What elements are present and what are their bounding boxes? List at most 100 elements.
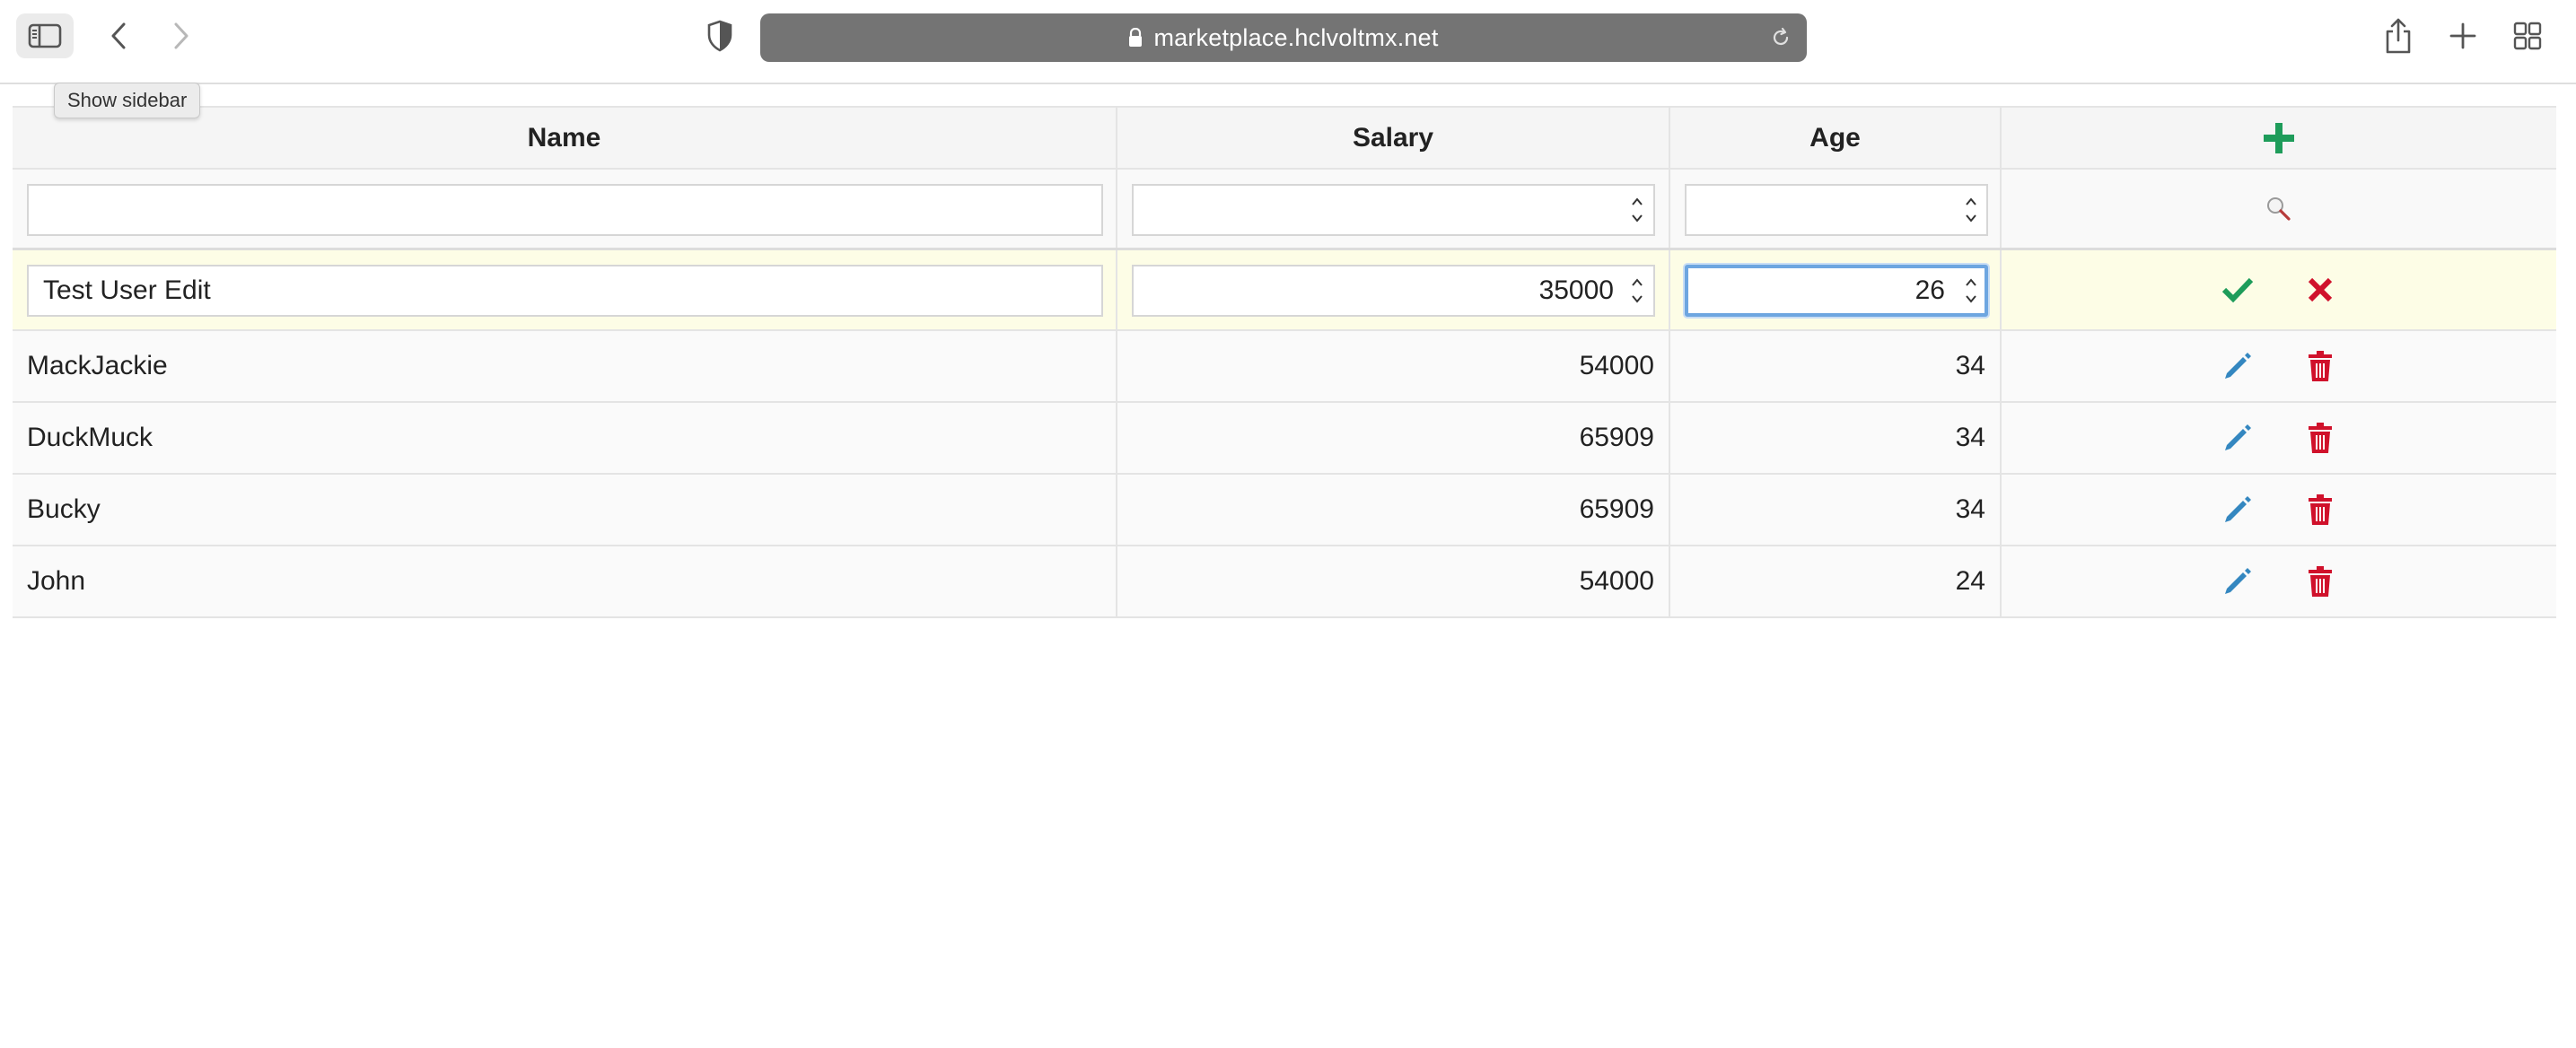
cell-salary: 65909 (1117, 475, 1670, 545)
name-filter-input[interactable] (27, 184, 1103, 236)
forward-button[interactable] (162, 16, 201, 56)
pencil-icon (2225, 353, 2251, 379)
chevron-left-icon (111, 22, 126, 49)
edit-row-button[interactable] (2214, 343, 2261, 389)
pencil-icon (2225, 568, 2251, 594)
edit-cell-controls (2002, 250, 2556, 329)
edit-cell-salary (1117, 250, 1670, 329)
salary-filter-stepper[interactable] (1627, 197, 1647, 223)
trash-icon (2309, 351, 2332, 381)
delete-row-button[interactable] (2297, 343, 2344, 389)
cell-name: MackJackie (13, 331, 1117, 401)
edit-row-button[interactable] (2214, 558, 2261, 605)
trash-icon (2309, 494, 2332, 525)
share-button[interactable] (2379, 13, 2418, 59)
cell-name: Bucky (13, 475, 1117, 545)
save-edit-button[interactable] (2214, 266, 2261, 313)
grid-icon (2513, 22, 2542, 50)
cancel-edit-button[interactable] (2297, 266, 2344, 313)
chevron-up-icon (1632, 278, 1643, 286)
url-text: marketplace.hclvoltmx.net (1153, 23, 1439, 51)
checkmark-icon (2221, 277, 2254, 303)
edit-row-button[interactable] (2214, 415, 2261, 461)
column-header-label: Age (1809, 122, 1861, 153)
cell-age: 24 (1670, 546, 2002, 616)
grid-header-row: Name Salary Age (13, 106, 2556, 170)
tooltip-text: Show sidebar (67, 89, 188, 111)
chevron-right-icon (174, 22, 188, 49)
name-edit-input[interactable] (27, 265, 1103, 317)
cell-name: DuckMuck (13, 403, 1117, 473)
column-header-label: Name (527, 122, 601, 153)
delete-row-button[interactable] (2297, 486, 2344, 533)
cell-controls (2002, 546, 2556, 616)
browser-toolbar: marketplace.hclvoltmx.net (0, 0, 2576, 84)
sidebar-toggle-button[interactable] (16, 13, 74, 58)
data-grid: Name Salary Age Test User Edit 35000 26 … (13, 106, 2556, 618)
table-row: Bucky 65909 34 (13, 475, 2556, 546)
chevron-down-icon (1632, 214, 1643, 223)
cell-controls (2002, 331, 2556, 401)
age-filter-input[interactable] (1685, 184, 1988, 236)
chevron-up-icon (1966, 278, 1976, 286)
reload-button[interactable] (1767, 24, 1794, 51)
cell-name: John (13, 546, 1117, 616)
search-button[interactable] (2256, 186, 2302, 232)
delete-row-button[interactable] (2297, 415, 2344, 461)
plus-icon (2449, 22, 2476, 49)
shield-icon (707, 20, 732, 52)
filter-cell-salary (1117, 170, 1670, 248)
chevron-up-icon (1966, 197, 1976, 205)
filter-cell-controls (2002, 170, 2556, 248)
privacy-report-button[interactable] (700, 16, 740, 56)
salary-edit-stepper[interactable] (1627, 278, 1647, 303)
trash-icon (2309, 566, 2332, 597)
lock-icon (1128, 28, 1143, 48)
sidebar-tooltip: Show sidebar (54, 83, 201, 118)
salary-edit-input[interactable] (1132, 265, 1655, 317)
pencil-icon (2225, 496, 2251, 522)
table-row: DuckMuck 65909 34 (13, 403, 2556, 475)
x-icon (2308, 277, 2333, 302)
cell-age: 34 (1670, 331, 2002, 401)
column-header-age[interactable]: Age (1670, 108, 2002, 168)
table-row: MackJackie 54000 34 (13, 331, 2556, 403)
edit-cell-name (13, 250, 1117, 329)
address-bar[interactable]: marketplace.hclvoltmx.net (760, 13, 1807, 62)
cell-age: 34 (1670, 475, 2002, 545)
tab-overview-button[interactable] (2508, 16, 2547, 56)
pencil-icon (2225, 424, 2251, 450)
cell-age: 34 (1670, 403, 2002, 473)
table-row: John 54000 24 (13, 546, 2556, 618)
edit-cell-age (1670, 250, 2002, 329)
trash-icon (2309, 423, 2332, 453)
cell-salary: 65909 (1117, 403, 1670, 473)
cell-salary: 54000 (1117, 546, 1670, 616)
back-button[interactable] (99, 16, 138, 56)
grid-filter-row (13, 170, 2556, 250)
cell-controls (2002, 475, 2556, 545)
chevron-down-icon (1632, 295, 1643, 303)
cell-salary: 54000 (1117, 331, 1670, 401)
salary-filter-input[interactable] (1132, 184, 1655, 236)
filter-cell-name (13, 170, 1117, 248)
age-edit-input[interactable] (1685, 265, 1988, 317)
chevron-down-icon (1966, 295, 1976, 303)
chevron-up-icon (1632, 197, 1643, 205)
new-tab-button[interactable] (2443, 16, 2483, 56)
column-header-salary[interactable]: Salary (1117, 108, 1670, 168)
filter-cell-age (1670, 170, 2002, 248)
column-header-controls (2002, 108, 2556, 168)
add-row-button[interactable] (2256, 115, 2302, 162)
search-icon (2267, 196, 2291, 221)
share-icon (2386, 18, 2411, 54)
sidebar-icon (28, 23, 62, 48)
age-edit-stepper[interactable] (1961, 278, 1981, 303)
column-header-label: Salary (1352, 122, 1434, 153)
edit-row-button[interactable] (2214, 486, 2261, 533)
reload-icon (1773, 27, 1789, 46)
plus-icon (2264, 122, 2294, 153)
age-filter-stepper[interactable] (1961, 197, 1981, 223)
delete-row-button[interactable] (2297, 558, 2344, 605)
cell-controls (2002, 403, 2556, 473)
